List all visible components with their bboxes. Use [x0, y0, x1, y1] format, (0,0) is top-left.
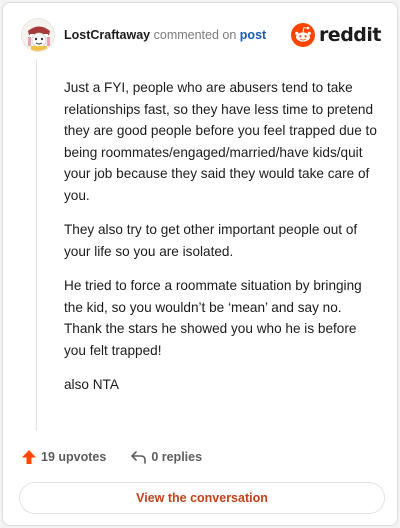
- author-name[interactable]: LostCraftaway: [64, 28, 150, 42]
- comment-paragraph: They also try to get other important peo…: [64, 222, 358, 259]
- comment-paragraph: also NTA: [64, 377, 119, 392]
- reply-arrow-icon: [131, 451, 147, 464]
- thread-line: [36, 59, 37, 431]
- post-link[interactable]: post: [240, 28, 266, 42]
- comment-paragraph: Just a FYI, people who are abusers tend …: [64, 80, 377, 203]
- comment-header: LostCraftaway commented on post reddit: [17, 18, 383, 54]
- reddit-logo-icon: [290, 23, 315, 47]
- reply-button[interactable]: 0 replies: [130, 449, 202, 465]
- upvote-arrow-icon: [22, 450, 36, 464]
- reddit-brand[interactable]: reddit: [290, 22, 382, 48]
- avatar-image: [22, 19, 54, 51]
- comment-body: Just a FYI, people who are abusers tend …: [64, 77, 380, 409]
- view-conversation-button[interactable]: View the conversation: [19, 482, 385, 514]
- action-text: commented on: [153, 28, 237, 42]
- brand-wordmark: reddit: [318, 24, 382, 46]
- comment-paragraph: He tried to force a roommate situation b…: [64, 278, 362, 358]
- reply-count: 0 replies: [151, 450, 203, 464]
- comment-card: LostCraftaway commented on post reddit J…: [2, 2, 398, 526]
- author-line: LostCraftaway commented on post: [64, 28, 266, 42]
- upvote-button[interactable]: 19 upvotes: [21, 449, 106, 465]
- upvote-count: 19 upvotes: [41, 450, 107, 464]
- comment-actions: 19 upvotes 0 replies: [21, 446, 226, 468]
- avatar[interactable]: [21, 18, 55, 52]
